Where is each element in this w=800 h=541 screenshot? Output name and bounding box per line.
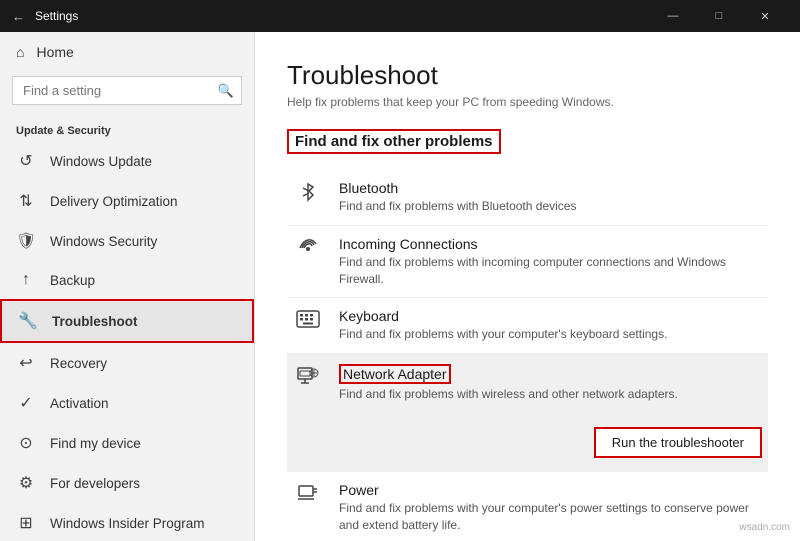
power-name: Power [339, 482, 762, 498]
sidebar: ⌂ Home 🔍 Update & Security ↺ Windows Upda… [0, 32, 255, 541]
app-body: ⌂ Home 🔍 Update & Security ↺ Windows Upda… [0, 32, 800, 541]
sidebar-item-label-for-developers: For developers [50, 476, 140, 491]
troubleshoot-item-network-adapter[interactable]: Network Adapter Find and fix problems wit… [287, 354, 768, 472]
network-adapter-name: Network Adapter [339, 364, 451, 384]
sidebar-item-label-windows-insider: Windows Insider Program [50, 516, 205, 531]
keyboard-text: Keyboard Find and fix problems with your … [339, 308, 762, 343]
page-subtitle: Help fix problems that keep your PC from… [287, 95, 768, 109]
page-title: Troubleshoot [287, 60, 768, 91]
section-header: Find and fix other problems [287, 129, 501, 154]
back-button[interactable]: ← [12, 9, 25, 24]
bluetooth-text: Bluetooth Find and fix problems with Blue… [339, 180, 762, 215]
minimize-button[interactable]: — [650, 0, 696, 32]
troubleshoot-item-incoming-connections[interactable]: Incoming Connections Find and fix problem… [287, 226, 768, 299]
home-icon: ⌂ [16, 44, 24, 60]
main-content: Troubleshoot Help fix problems that keep… [255, 32, 800, 541]
incoming-connections-name: Incoming Connections [339, 236, 762, 252]
sidebar-search-container: 🔍 [12, 76, 242, 105]
incoming-connections-icon [293, 238, 323, 264]
for-developers-icon: ⚙ [16, 473, 36, 493]
keyboard-icon [293, 310, 323, 334]
keyboard-name: Keyboard [339, 308, 762, 324]
activation-icon: ✓ [16, 393, 36, 413]
sidebar-item-label-activation: Activation [50, 396, 109, 411]
windows-update-icon: ↺ [16, 151, 36, 171]
bluetooth-icon [293, 182, 323, 208]
sidebar-item-label-troubleshoot: Troubleshoot [52, 314, 138, 329]
network-adapter-desc: Find and fix problems with wireless and … [339, 386, 762, 403]
search-icon: 🔍 [218, 83, 234, 99]
sidebar-item-label-backup: Backup [50, 273, 95, 288]
titlebar: ← Settings — □ ✕ [0, 0, 800, 32]
sidebar-item-label-delivery-optimization: Delivery Optimization [50, 194, 178, 209]
watermark: wsadn.com [739, 522, 790, 533]
sidebar-item-label-find-my-device: Find my device [50, 436, 141, 451]
backup-icon: ↑ [16, 271, 36, 289]
sidebar-home-button[interactable]: ⌂ Home [0, 32, 254, 72]
search-input[interactable] [12, 76, 242, 105]
sidebar-item-recovery[interactable]: ↩ Recovery [0, 343, 254, 383]
bluetooth-name: Bluetooth [339, 180, 762, 196]
incoming-connections-text: Incoming Connections Find and fix problem… [339, 236, 762, 288]
sidebar-item-label-windows-update: Windows Update [50, 154, 152, 169]
bluetooth-desc: Find and fix problems with Bluetooth dev… [339, 198, 762, 215]
troubleshoot-item-power[interactable]: Power Find and fix problems with your com… [287, 472, 768, 541]
network-adapter-text: Network Adapter Find and fix problems wit… [339, 364, 762, 403]
windows-security-icon: 🛡 [16, 231, 36, 251]
sidebar-items: ↺ Windows Update ⇅ Delivery Optimization 🛡 Wi… [0, 141, 254, 541]
run-troubleshooter-button[interactable]: Run the troubleshooter [594, 427, 762, 458]
sidebar-item-windows-insider[interactable]: ⊞ Windows Insider Program [0, 503, 254, 541]
sidebar-item-label-windows-security: Windows Security [50, 234, 157, 249]
maximize-button[interactable]: □ [696, 0, 742, 32]
troubleshoot-list: Bluetooth Find and fix problems with Blue… [287, 170, 768, 541]
sidebar-item-backup[interactable]: ↑ Backup [0, 261, 254, 299]
power-desc: Find and fix problems with your computer… [339, 500, 762, 534]
sidebar-item-troubleshoot[interactable]: 🔧 Troubleshoot [0, 299, 254, 343]
troubleshoot-item-bluetooth[interactable]: Bluetooth Find and fix problems with Blue… [287, 170, 768, 226]
home-label: Home [36, 44, 73, 60]
power-icon [293, 484, 323, 507]
sidebar-item-find-my-device[interactable]: ⊙ Find my device [0, 423, 254, 463]
sidebar-item-activation[interactable]: ✓ Activation [0, 383, 254, 423]
close-button[interactable]: ✕ [742, 0, 788, 32]
power-text: Power Find and fix problems with your com… [339, 482, 762, 534]
sidebar-item-label-recovery: Recovery [50, 356, 107, 371]
sidebar-item-for-developers[interactable]: ⚙ For developers [0, 463, 254, 503]
delivery-optimization-icon: ⇅ [16, 191, 36, 211]
titlebar-title: Settings [35, 9, 650, 23]
network-adapter-icon [293, 366, 323, 392]
sidebar-item-windows-security[interactable]: 🛡 Windows Security [0, 221, 254, 261]
titlebar-controls: — □ ✕ [650, 0, 788, 32]
incoming-connections-desc: Find and fix problems with incoming comp… [339, 254, 762, 288]
sidebar-section-title: Update & Security [0, 117, 254, 141]
keyboard-desc: Find and fix problems with your computer… [339, 326, 762, 343]
run-btn-row: Run the troubleshooter [293, 419, 762, 462]
find-my-device-icon: ⊙ [16, 433, 36, 453]
sidebar-item-delivery-optimization[interactable]: ⇅ Delivery Optimization [0, 181, 254, 221]
sidebar-item-windows-update[interactable]: ↺ Windows Update [0, 141, 254, 181]
troubleshoot-item-keyboard[interactable]: Keyboard Find and fix problems with your … [287, 298, 768, 354]
recovery-icon: ↩ [16, 353, 36, 373]
windows-insider-icon: ⊞ [16, 513, 36, 533]
troubleshoot-icon: 🔧 [18, 311, 38, 331]
